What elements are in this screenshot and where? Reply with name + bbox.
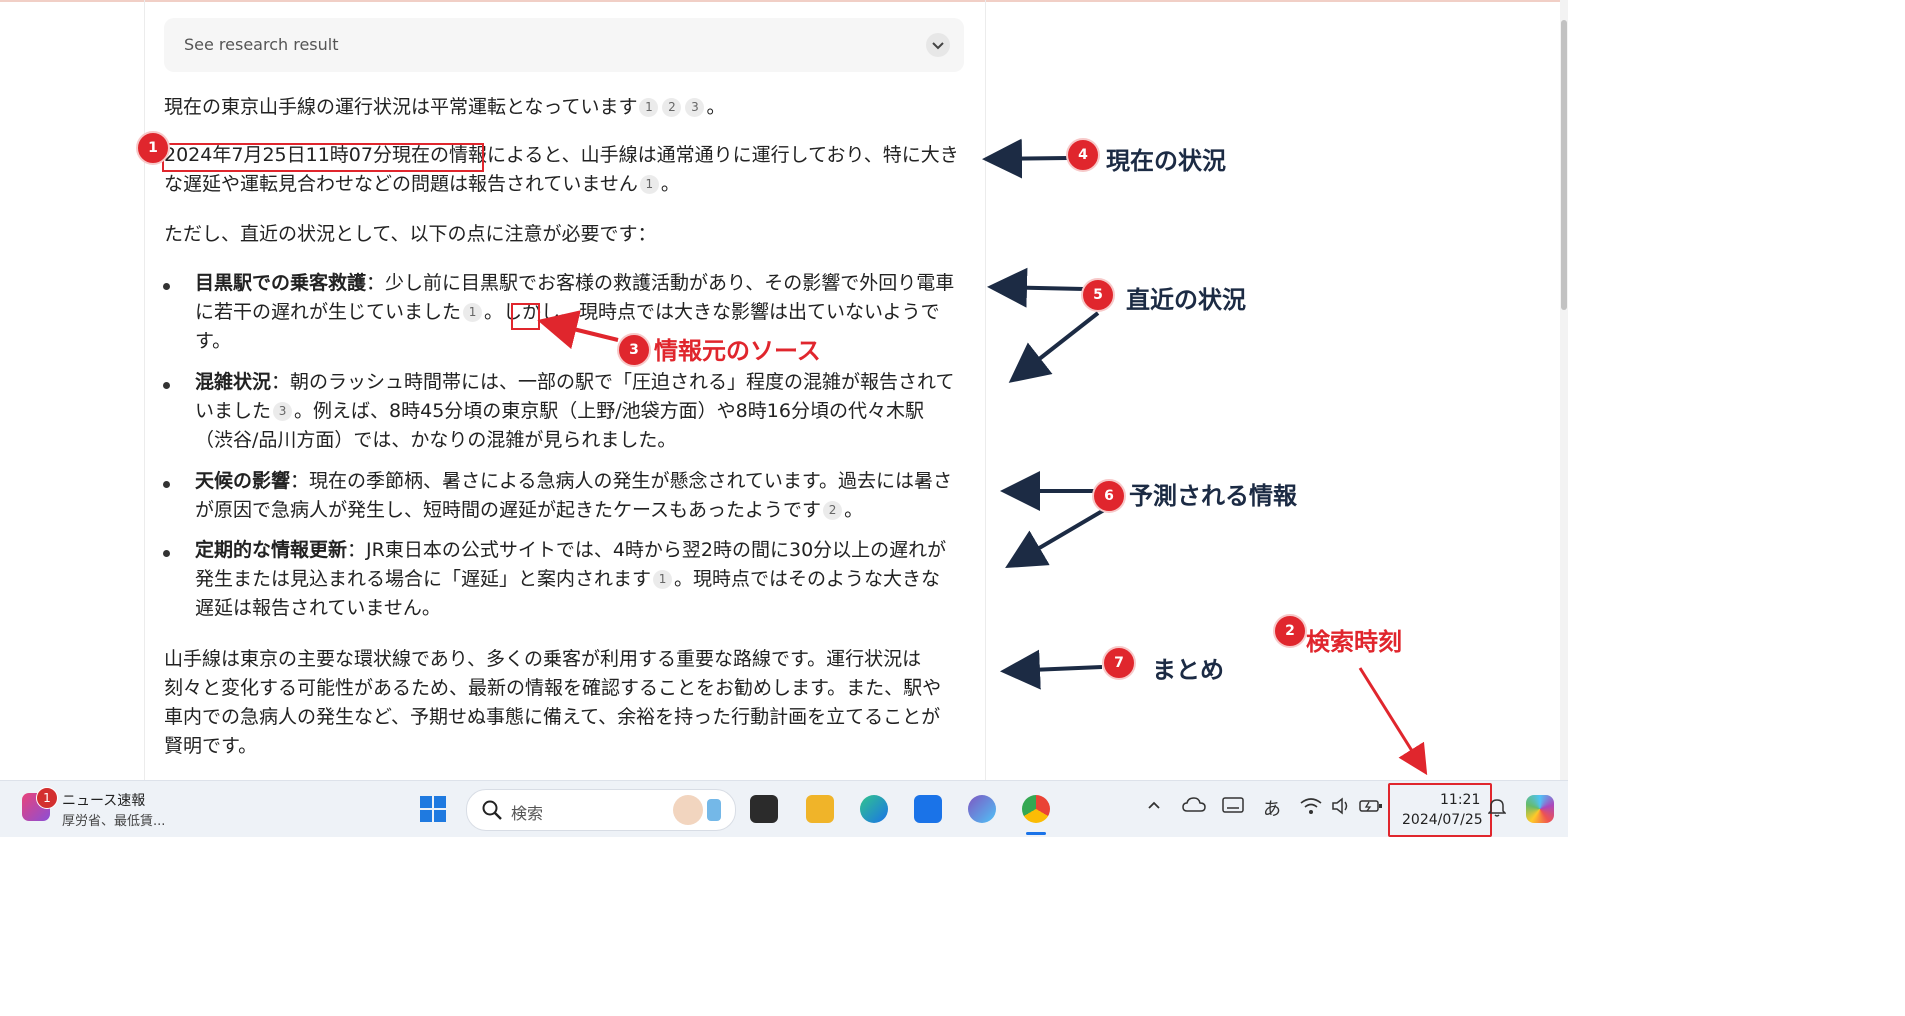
wifi-icon[interactable] (1300, 797, 1322, 820)
active-app-indicator (1026, 832, 1046, 835)
news-subtitle[interactable]: 厚労省、最低賃... (62, 810, 165, 829)
annotation-marker-5: 5 (1081, 278, 1115, 312)
search-icon (481, 799, 503, 825)
dna-icon (707, 799, 721, 821)
file-explorer-icon[interactable] (806, 795, 834, 823)
edge-icon[interactable] (860, 795, 888, 823)
battery-icon[interactable] (1359, 797, 1383, 820)
annotation-label-source: 情報元のソース (654, 337, 821, 365)
onedrive-icon[interactable] (1182, 796, 1206, 819)
windows-start-icon[interactable] (419, 795, 447, 823)
news-title[interactable]: ニュース速報 (62, 790, 145, 810)
annotation-arrows (537, 138, 1428, 776)
clock-highlight-box (1388, 783, 1492, 837)
annotation-marker-6: 6 (1092, 479, 1126, 513)
ime-indicator[interactable]: あ (1263, 795, 1281, 821)
annotation-label-recent: 直近の状況 (1126, 286, 1246, 314)
mail-icon[interactable] (914, 795, 942, 823)
annotation-label-current: 現在の状況 (1106, 147, 1226, 175)
annotation-marker-4: 4 (1066, 138, 1100, 172)
search-placeholder: 検索 (511, 804, 544, 823)
copilot-icon[interactable] (968, 795, 996, 823)
news-badge: 1 (36, 787, 58, 809)
annotation-label-summary: まとめ (1152, 656, 1224, 684)
annotation-marker-2: 2 (1273, 614, 1307, 648)
annotation-marker-7: 7 (1102, 646, 1136, 680)
chrome-icon[interactable] (1022, 795, 1050, 823)
taskbar: 1 ニュース速報 厚労省、最低賃... 検索 あ 11:21 2024/07/2… (0, 780, 1568, 837)
annotation-label-search-time: 検索時刻 (1306, 628, 1402, 656)
taskbar-search[interactable]: 検索 (466, 789, 736, 831)
bell-icon[interactable] (1487, 797, 1507, 822)
copilot-pre-icon[interactable] (1526, 795, 1554, 823)
annotation-marker-1: 1 (136, 131, 170, 165)
avatar (673, 795, 703, 825)
annotation-label-forecast: 予測される情報 (1129, 482, 1297, 510)
task-view-icon[interactable] (750, 795, 778, 823)
keyboard-icon[interactable] (1222, 797, 1244, 818)
volume-icon[interactable] (1331, 797, 1351, 820)
chevron-up-icon[interactable] (1146, 797, 1162, 818)
annotation-marker-3: 3 (617, 333, 651, 367)
